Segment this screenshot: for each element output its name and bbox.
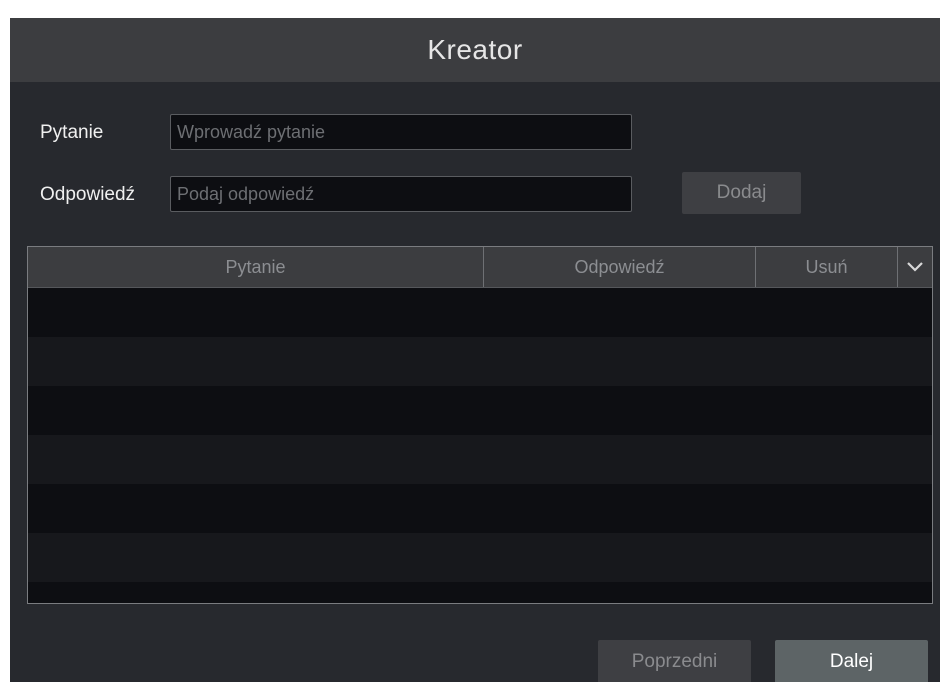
table-row [28, 337, 932, 386]
table-row [28, 435, 932, 484]
chevron-down-icon [907, 262, 923, 272]
column-header-answer[interactable]: Odpowiedź [483, 247, 755, 287]
dialog-title: Kreator [427, 34, 523, 65]
table-row [28, 533, 932, 582]
setup-wizard-dialog: Kreator Pytanie Odpowiedź Dodaj Pytanie … [10, 18, 940, 682]
table-header: Pytanie Odpowiedź Usuń [28, 247, 932, 288]
add-button[interactable]: Dodaj [682, 172, 801, 214]
table-row [28, 386, 932, 435]
column-header-delete[interactable]: Usuń [755, 247, 897, 287]
column-menu-button[interactable] [897, 247, 932, 287]
table-row [28, 582, 932, 603]
questions-table: Pytanie Odpowiedź Usuń [27, 246, 933, 604]
answer-input[interactable] [170, 176, 632, 212]
column-header-question[interactable]: Pytanie [28, 247, 483, 287]
previous-button[interactable]: Poprzedni [598, 640, 751, 682]
next-button[interactable]: Dalej [775, 640, 928, 682]
answer-label: Odpowiedź [40, 184, 136, 205]
table-row [28, 484, 932, 533]
table-row [28, 288, 932, 337]
question-input[interactable] [170, 114, 632, 150]
dialog-titlebar: Kreator [10, 18, 940, 82]
question-label: Pytanie [40, 122, 104, 143]
